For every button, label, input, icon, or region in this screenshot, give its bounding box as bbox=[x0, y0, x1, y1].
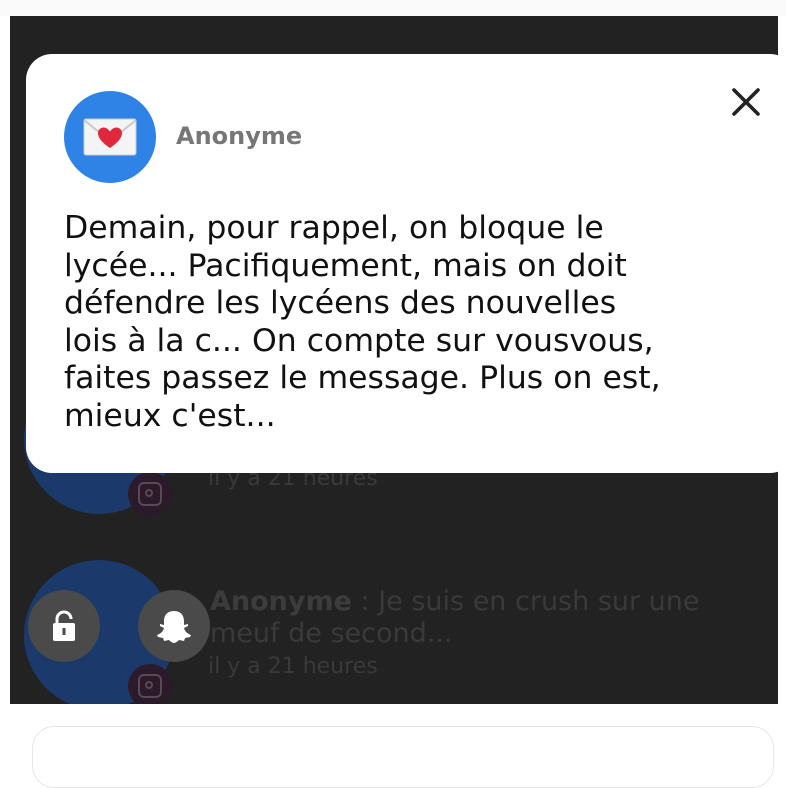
lock-button[interactable] bbox=[28, 590, 100, 662]
close-button[interactable] bbox=[726, 82, 766, 122]
message-text: Demain, pour rappel, on bloque le lycée.… bbox=[64, 210, 661, 434]
bottom-card bbox=[32, 726, 774, 788]
instagram-icon bbox=[128, 472, 172, 516]
feed-item-line1: Je suis en crush sur une bbox=[378, 586, 700, 617]
instagram-icon bbox=[128, 664, 172, 704]
lock-icon bbox=[53, 610, 75, 641]
envelope-heart-icon bbox=[83, 118, 137, 156]
feed-item-separator: : bbox=[351, 586, 379, 617]
snapchat-ghost-icon bbox=[157, 611, 191, 643]
close-icon bbox=[732, 88, 760, 116]
sender-avatar bbox=[64, 91, 156, 183]
top-strip bbox=[0, 0, 786, 16]
snapchat-button[interactable] bbox=[138, 590, 210, 662]
feed-item-text[interactable]: Anonyme : Je suis en crush sur une meuf … bbox=[210, 586, 700, 650]
feed-item-line2: meuf de second... bbox=[210, 618, 453, 649]
feed-item-sender: Anonyme bbox=[210, 586, 352, 617]
feed-item-time: il y a 21 heures bbox=[208, 654, 378, 679]
message-popup: Anonyme Demain, pour rappel, on bloque l… bbox=[26, 54, 786, 473]
sender-name: Anonyme bbox=[176, 122, 303, 150]
